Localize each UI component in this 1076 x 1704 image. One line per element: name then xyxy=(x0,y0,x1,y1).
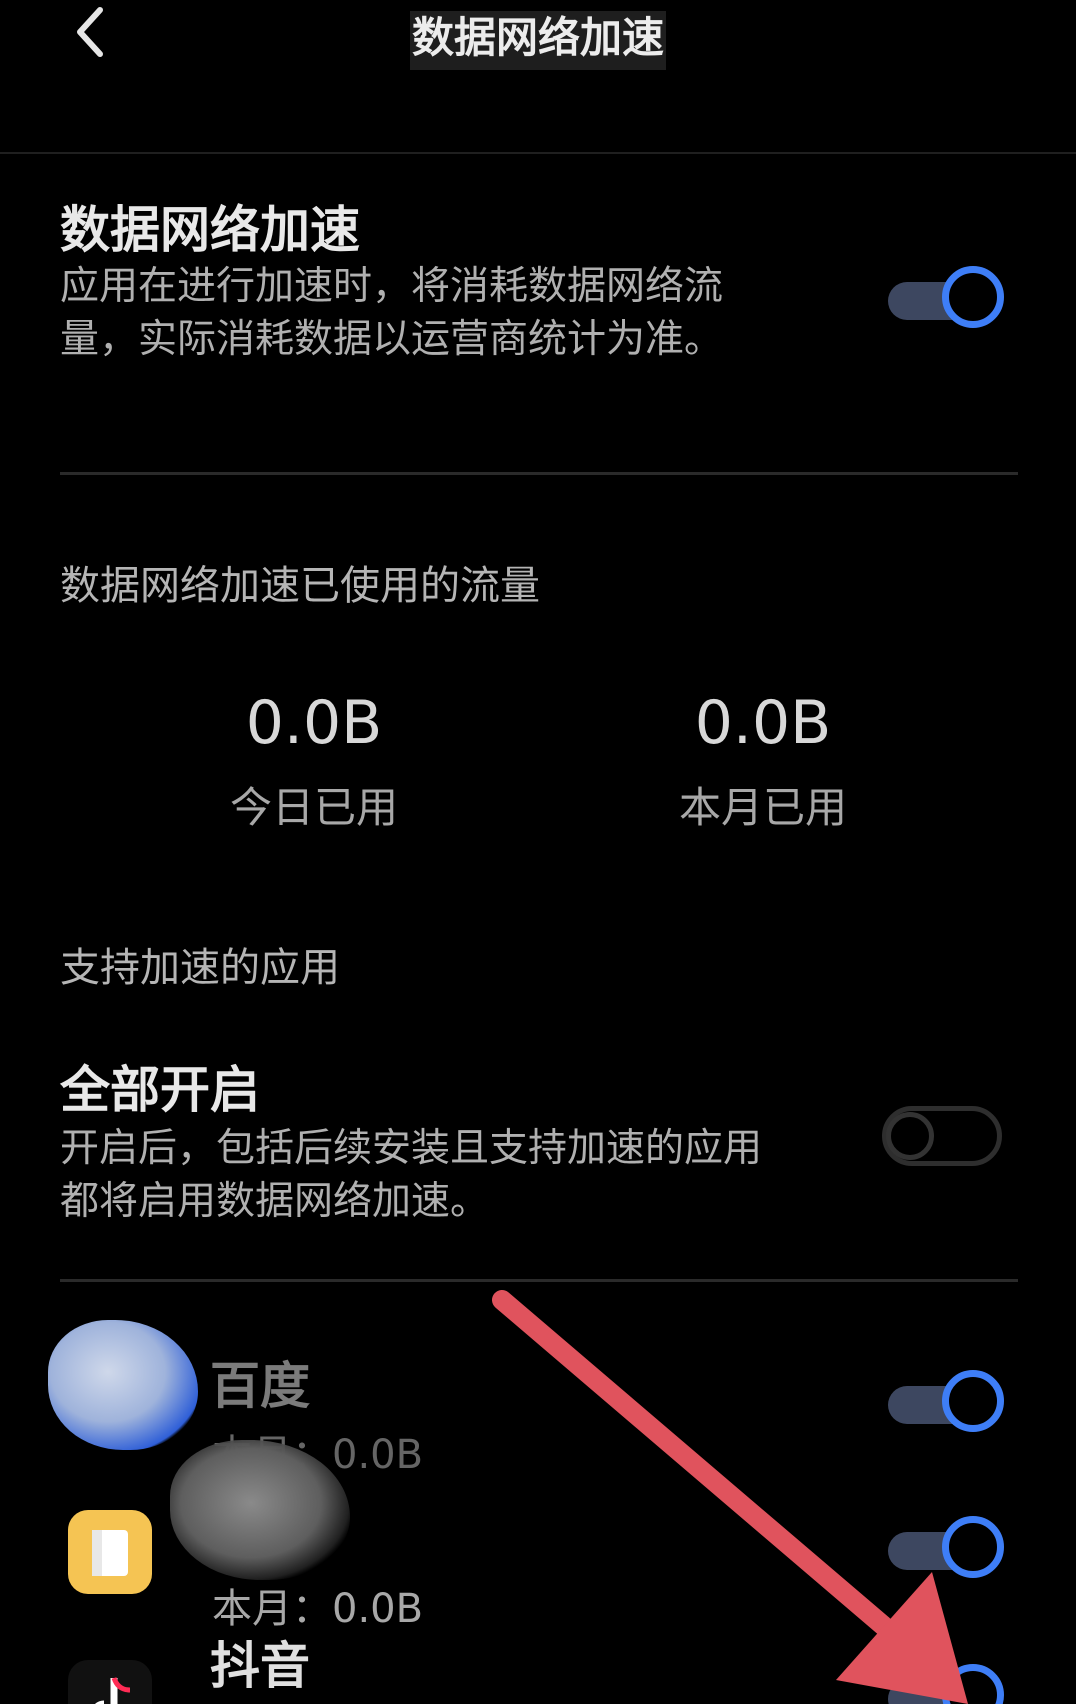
accel-setting-description: 应用在进行加速时，将消耗数据网络流量，实际消耗数据以运营商统计为准。 xyxy=(60,264,724,362)
app-usage: 本月：0.0B xyxy=(212,1586,424,1632)
divider xyxy=(60,472,1018,475)
app-row-douyin[interactable]: 抖音 xyxy=(60,1630,1018,1704)
today-usage-label: 今日已用 xyxy=(229,783,398,832)
month-usage-stat: 0.0B 本月已用 xyxy=(633,688,893,835)
month-usage-label: 本月已用 xyxy=(678,783,847,832)
all-on-title: 全部开启 xyxy=(60,1061,260,1119)
accel-setting-title: 数据网络加速 xyxy=(60,201,360,259)
toggle-knob xyxy=(942,1516,1004,1578)
accel-toggle[interactable] xyxy=(886,266,1006,336)
all-on-description: 开启后，包括后续安装且支持加速的应用都将启用数据网络加速。 xyxy=(60,1126,763,1224)
all-on-toggle[interactable] xyxy=(882,1100,1002,1170)
app-name: 抖音 xyxy=(210,1637,310,1695)
app-toggle[interactable] xyxy=(886,1664,1006,1704)
app-toggle[interactable] xyxy=(886,1370,1006,1440)
book-app-icon xyxy=(68,1510,152,1594)
page-title: 数据网络加速 xyxy=(0,4,1076,70)
app-toggle[interactable] xyxy=(886,1516,1006,1586)
apps-section-title: 支持加速的应用 xyxy=(60,945,340,991)
app-row-book[interactable]: 本月：0.0B xyxy=(60,1440,1018,1632)
toggle-knob xyxy=(942,1664,1004,1704)
redaction-scribble xyxy=(48,1320,198,1450)
usage-section-title: 数据网络加速已使用的流量 xyxy=(60,563,540,609)
toggle-knob xyxy=(942,266,1004,328)
toggle-knob xyxy=(886,1112,934,1160)
accel-setting-row[interactable]: 数据网络加速 应用在进行加速时，将消耗数据网络流量，实际消耗数据以运营商统计为准… xyxy=(60,190,1018,420)
today-usage-stat: 0.0B 今日已用 xyxy=(184,688,444,835)
app-row-baidu[interactable]: 百度 本月：0.0B xyxy=(48,1320,1018,1478)
book-icon xyxy=(92,1530,128,1576)
month-usage-value: 0.0B xyxy=(694,688,832,758)
all-on-setting-row[interactable]: 全部开启 开启后，包括后续安装且支持加速的应用都将启用数据网络加速。 xyxy=(60,1050,1018,1250)
top-bar: 数据网络加速 xyxy=(0,0,1076,154)
toggle-knob xyxy=(942,1370,1004,1432)
divider xyxy=(60,1279,1018,1282)
app-name: 百度 xyxy=(210,1357,310,1415)
today-usage-value: 0.0B xyxy=(245,688,383,758)
tiktok-app-icon xyxy=(68,1660,152,1704)
tiktok-note-icon xyxy=(94,1677,131,1704)
